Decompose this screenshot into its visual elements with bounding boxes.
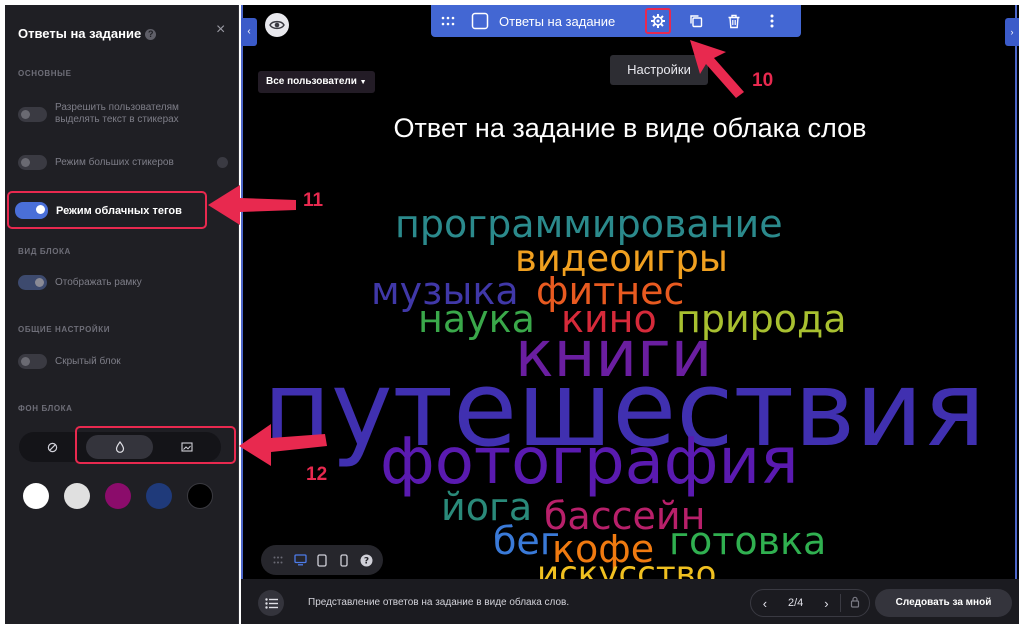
annotation-arrow-12	[239, 424, 327, 466]
toggle-row-cloud-tags[interactable]: Режим облачных тегов	[15, 202, 225, 219]
info-icon[interactable]	[217, 157, 228, 168]
section-background: ФОН БЛОКА	[18, 404, 73, 413]
cloud-word: искусство	[537, 557, 717, 579]
collapse-right-icon[interactable]: ›	[1005, 18, 1019, 46]
block-type-icon	[469, 10, 491, 32]
cloud-word: бег	[493, 519, 560, 563]
slide-caption: Представление ответов на задание в виде …	[308, 597, 570, 608]
eye-icon[interactable]	[265, 13, 289, 37]
phone-icon[interactable]	[337, 553, 351, 567]
page-indicator: 2/4	[787, 597, 804, 609]
help-icon[interactable]: ?	[145, 29, 157, 40]
sidebar-title-row: Ответы на задание?	[18, 26, 157, 41]
cloud-tags-label: Режим облачных тегов	[56, 204, 182, 217]
swatch-navy[interactable]	[146, 483, 172, 509]
toggle-row-hidden-block[interactable]: Скрытый блок	[18, 354, 228, 369]
swatch-black[interactable]	[187, 483, 213, 509]
device-preview-bar: ?	[261, 545, 383, 575]
users-filter-label: Все пользователи	[266, 76, 357, 87]
annotation-arrow-10	[690, 40, 744, 98]
users-filter-dropdown[interactable]: Все пользователи ▼	[258, 71, 375, 93]
desktop-icon[interactable]	[293, 553, 307, 567]
drag-handle-icon[interactable]	[437, 10, 459, 32]
tablet-icon[interactable]	[315, 553, 329, 567]
canvas-border-right	[1015, 5, 1017, 579]
highlight-box-12	[75, 426, 236, 464]
big-stickers-toggle[interactable]	[18, 155, 47, 170]
list-icon[interactable]	[258, 590, 284, 616]
settings-sidebar: Ответы на задание? × ОСНОВНЫЕ Разрешить …	[5, 5, 239, 624]
drag-dots-icon[interactable]	[271, 553, 285, 567]
toolbar-title: Ответы на задание	[499, 13, 616, 29]
show-frame-toggle[interactable]	[18, 275, 47, 290]
collapse-left-icon[interactable]: ‹	[241, 18, 257, 46]
prev-slide-icon[interactable]: ‹	[751, 596, 779, 611]
gear-icon[interactable]	[645, 8, 671, 34]
section-view: ВИД БЛОКА	[18, 247, 71, 256]
close-icon[interactable]: ×	[216, 21, 225, 39]
section-basic: ОСНОВНЫЕ	[18, 69, 72, 78]
toggle-row-show-frame[interactable]: Отображать рамку	[18, 275, 228, 290]
annotation-number-11: 11	[303, 190, 324, 211]
cloud-title: Ответ на задание в виде облака слов	[393, 113, 867, 143]
lock-icon[interactable]	[841, 596, 869, 611]
annotation-number-10: 10	[752, 70, 774, 91]
cloud-word: готовка	[669, 519, 827, 563]
swatch-purple[interactable]	[105, 483, 131, 509]
hidden-block-label: Скрытый блок	[55, 355, 121, 367]
copy-icon[interactable]	[685, 10, 707, 32]
swatch-white[interactable]	[23, 483, 49, 509]
follow-me-button[interactable]: Следовать за мной	[875, 589, 1012, 617]
allow-highlight-toggle[interactable]	[18, 106, 47, 122]
hidden-block-toggle[interactable]	[18, 354, 47, 369]
svg-text:?: ?	[363, 556, 368, 566]
none-icon	[47, 442, 58, 452]
trash-icon[interactable]	[723, 10, 745, 32]
more-icon[interactable]	[761, 10, 783, 32]
annotation-number-12: 12	[306, 464, 328, 485]
toggle-row-allow-highlight[interactable]: Разрешить пользователям выделять текст в…	[18, 102, 228, 126]
allow-highlight-label: Разрешить пользователям выделять текст в…	[55, 102, 179, 125]
annotation-arrow-11	[208, 185, 296, 225]
swatch-light-gray[interactable]	[64, 483, 90, 509]
toggle-row-big-stickers[interactable]: Режим больших стикеров	[18, 155, 228, 170]
color-swatches	[23, 483, 228, 509]
question-icon[interactable]: ?	[359, 553, 373, 567]
show-frame-label: Отображать рамку	[55, 276, 142, 288]
cloud-tags-toggle[interactable]	[15, 202, 48, 219]
big-stickers-label: Режим больших стикеров	[55, 156, 174, 168]
slide-pager: ‹ 2/4 ›	[750, 589, 870, 617]
sidebar-title: Ответы на задание	[18, 26, 142, 41]
section-general: ОБЩИЕ НАСТРОЙКИ	[18, 325, 111, 334]
caret-down-icon: ▼	[359, 79, 367, 86]
next-slide-icon[interactable]: ›	[812, 596, 840, 611]
